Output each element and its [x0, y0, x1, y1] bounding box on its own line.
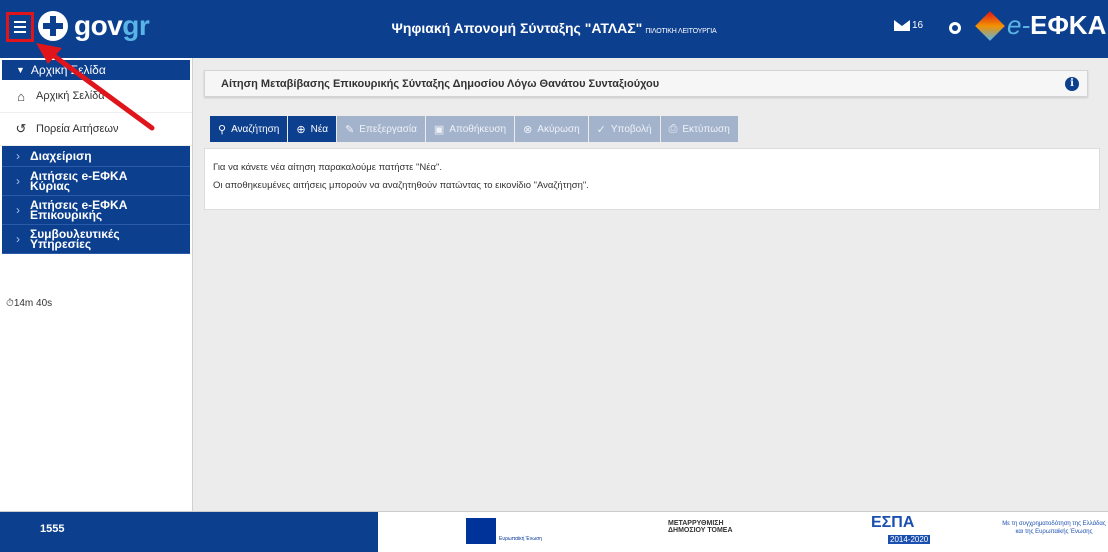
instruction-line-1: Για να κάνετε νέα αίτηση παρακαλούμε πατ…	[213, 162, 443, 173]
top-bar: govgr Ψηφιακή Απονομή Σύνταξης "ΑΤΛΑΣ" ΠΙ…	[0, 0, 1108, 58]
chevron-right-icon: ›	[16, 232, 20, 246]
check-icon: ✓	[596, 123, 606, 136]
espa-years: 2014-2020	[888, 535, 931, 544]
cancel-icon: ⊗	[523, 123, 533, 136]
clock-icon: ⏱	[6, 298, 14, 309]
sidebar-home-header[interactable]: ▼ Αρχική Σελίδα	[2, 60, 190, 80]
espa-logo: ΕΣΠΑ	[871, 514, 915, 531]
efka-logo: e-ΕΦΚΑ	[975, 10, 1106, 41]
sidebar-item-home[interactable]: ⌂ Αρχική Σελίδα	[0, 80, 192, 113]
app-title: Ψηφιακή Απονομή Σύνταξης "ΑΤΛΑΣ" ΠΙΛΟΤΙΚΗ…	[391, 20, 717, 36]
instructions-panel: Για να κάνετε νέα αίτηση παρακαλούμε πατ…	[204, 148, 1100, 210]
sidebar-section-auxiliary-applications[interactable]: › Αιτήσεις e-ΕΦΚΑ Επικουρικής	[2, 196, 190, 225]
main-area: Αίτηση Μεταβίβασης Επικουρικής Σύνταξης …	[193, 58, 1108, 511]
sidebar-section-management[interactable]: › Διαχείριση	[2, 146, 190, 167]
toolbar: ⚲ Αναζήτηση ⊕ Νέα ✎ Επεξεργασία ▣ Αποθήκευση…	[210, 116, 738, 142]
page-title: Αίτηση Μεταβίβασης Επικουρικής Σύνταξης …	[204, 70, 1088, 97]
pilot-badge: ΠΙΛΟΤΙΚΗ ΛΕΙΤΟΥΡΓΙΑ	[645, 28, 717, 35]
print-button[interactable]: ⎙ Εκτύπωση	[660, 116, 738, 142]
envelope-icon	[894, 20, 910, 31]
messages-button[interactable]: 16	[894, 20, 923, 31]
session-timer: ⏱14m 40s	[6, 298, 53, 309]
footer: 1555 Ευρωπαϊκή Ένωση ΜΕΤΑΡΡΥΘΜΙΣΗ ΔΗΜΟΣΙ…	[0, 511, 1108, 552]
chevron-down-icon: ▼	[16, 65, 25, 75]
plus-circle-icon: ⊕	[296, 123, 306, 136]
print-icon: ⎙	[668, 122, 678, 135]
instruction-line-2: Οι αποθηκευμένες αιτήσεις μπορούν να ανα…	[213, 180, 589, 191]
chevron-right-icon: ›	[16, 203, 20, 217]
cofinance-note: Με τη συγχρηματοδότηση της Ελλάδας και τ…	[1002, 521, 1106, 535]
user-icon[interactable]	[949, 22, 961, 34]
save-icon: ▣	[433, 123, 445, 136]
sidebar: ▼ Αρχική Σελίδα ⌂ Αρχική Σελίδα ↺ Πορεία Αι…	[0, 58, 193, 511]
helpline-number: 1555	[40, 523, 65, 535]
submit-button[interactable]: ✓ Υποβολή	[588, 116, 660, 142]
home-icon: ⌂	[17, 88, 25, 104]
cancel-button[interactable]: ⊗ Ακύρωση	[515, 116, 588, 142]
pencil-icon: ✎	[345, 123, 355, 136]
search-button[interactable]: ⚲ Αναζήτηση	[210, 116, 288, 142]
search-icon: ⚲	[218, 123, 227, 136]
public-sector-reform-logo: ΜΕΤΑΡΡΥΘΜΙΣΗ ΔΗΜΟΣΙΟΥ ΤΟΜΕΑ	[668, 520, 733, 534]
new-button[interactable]: ⊕ Νέα	[288, 116, 337, 142]
efka-cube-icon	[975, 10, 1005, 41]
save-button[interactable]: ▣ Αποθήκευση	[425, 116, 515, 142]
info-icon[interactable]: i	[1065, 77, 1079, 91]
eu-label: Ευρωπαϊκή Ένωση	[499, 536, 542, 542]
sidebar-section-advisory[interactable]: › Συμβουλευτικές Υπηρεσίες	[2, 225, 190, 254]
sidebar-section-main-applications[interactable]: › Αιτήσεις e-ΕΦΚΑ Κύριας	[2, 167, 190, 196]
chevron-right-icon: ›	[16, 174, 20, 188]
history-icon: ↺	[15, 121, 27, 136]
eu-flag-icon	[466, 518, 496, 544]
chevron-right-icon: ›	[16, 149, 20, 163]
edit-button[interactable]: ✎ Επεξεργασία	[337, 116, 425, 142]
message-count: 16	[912, 20, 924, 31]
helpline-banner: 1555	[0, 512, 378, 552]
sidebar-item-history[interactable]: ↺ Πορεία Αιτήσεων	[0, 113, 192, 146]
